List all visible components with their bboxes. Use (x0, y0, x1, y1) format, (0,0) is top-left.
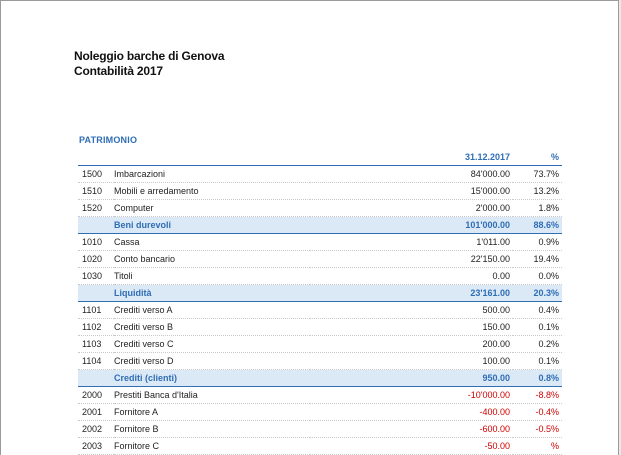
row-amount: 2'000.00 (310, 199, 513, 217)
row-description: Fornitore B (114, 420, 310, 438)
row-account: 1101 (78, 301, 114, 319)
row-percent: 0.1% (513, 318, 562, 336)
row-description: Prestiti Banca d'Italia (114, 386, 310, 404)
row-amount: 1'011.00 (310, 233, 513, 251)
row-description: Crediti verso D (114, 352, 310, 370)
table-row: 1010 Cassa 1'011.00 0.9% (78, 233, 562, 251)
row-description: Cassa (114, 233, 310, 251)
row-account: 2000 (78, 386, 114, 404)
company-name: Noleggio barche di Genova (74, 49, 225, 63)
row-description: Titoli (114, 267, 310, 285)
row-amount: 101'000.00 (310, 216, 513, 234)
row-amount: 0.00 (310, 267, 513, 285)
row-account-cell (78, 216, 114, 234)
row-description: Imbarcazioni (114, 165, 310, 183)
table-row: 2003 Fornitore C -50.00% (78, 437, 562, 455)
row-account: 1103 (78, 335, 114, 353)
row-percent: 0.2% (513, 335, 562, 353)
row-amount: -10'000.00 (310, 386, 513, 404)
table-body: 1500 Imbarcazioni 84'000.00 73.7% 1510 Mobili… (78, 165, 562, 455)
row-amount: -600.00 (310, 420, 513, 438)
row-description: Beni durevoli (114, 216, 310, 234)
row-account: 2002 (78, 420, 114, 438)
row-amount: 23'161.00 (310, 284, 513, 302)
row-description: Crediti verso A (114, 301, 310, 319)
row-percent: -0.5% (513, 420, 562, 438)
balance-table: 31.12.2017 % 1500 Imbarcazioni 84'000.00 73… (78, 149, 562, 455)
header-date: 31.12.2017 (310, 149, 513, 166)
row-account: 2003 (78, 437, 114, 455)
row-amount: -50.00 (310, 437, 513, 455)
row-amount: 15'000.00 (310, 182, 513, 200)
row-percent: 0.1% (513, 352, 562, 370)
row-percent: 88.6% (513, 216, 562, 234)
row-description: Crediti (clienti) (114, 369, 310, 387)
row-percent: 0.9% (513, 233, 562, 251)
row-account: 1020 (78, 250, 114, 268)
row-percent: -8.8% (513, 386, 562, 404)
row-account: 1030 (78, 267, 114, 285)
row-amount: 500.00 (310, 301, 513, 319)
row-amount: 84'000.00 (310, 165, 513, 183)
row-description: Crediti verso C (114, 335, 310, 353)
table-row: 2001 Fornitore A -400.00 -0.4% (78, 403, 562, 421)
row-account-cell (78, 284, 114, 302)
row-description: Mobili e arredamento (114, 182, 310, 200)
table-header-row: 31.12.2017 % (78, 149, 562, 166)
table-row: 1102 Crediti verso B 150.00 0.1% (78, 318, 562, 336)
table-row: 1500 Imbarcazioni 84'000.00 73.7% (78, 165, 562, 183)
row-account: 2001 (78, 403, 114, 421)
row-account: 1500 (78, 165, 114, 183)
row-description: Liquidità (114, 284, 310, 302)
table-subtotal-row: Crediti (clienti) 950.00 0.8% (78, 369, 562, 387)
row-percent: 73.7% (513, 165, 562, 183)
header-description (114, 149, 310, 166)
table-row: 1510 Mobili e arredamento 15'000.00 13.2% (78, 182, 562, 200)
row-percent: 13.2% (513, 182, 562, 200)
row-description: Fornitore A (114, 403, 310, 421)
table-row: 1020 Conto bancario 22'150.00 19.4% (78, 250, 562, 268)
row-amount: 22'150.00 (310, 250, 513, 268)
table-row: 1520 Computer 2'000.00 1.8% (78, 199, 562, 217)
table-row: 1103 Crediti verso C 200.00 0.2% (78, 335, 562, 353)
table-row: 1101 Crediti verso A 500.00 0.4% (78, 301, 562, 319)
row-account: 1102 (78, 318, 114, 336)
row-percent: % (513, 437, 562, 455)
row-percent: -0.4% (513, 403, 562, 421)
table-row: 2000 Prestiti Banca d'Italia -10'000.00 -8.… (78, 386, 562, 404)
report-page: Noleggio barche di Genova Contabilità 20… (0, 0, 619, 455)
report-subtitle: Contabilità 2017 (74, 64, 163, 78)
row-amount: -400.00 (310, 403, 513, 421)
row-amount: 200.00 (310, 335, 513, 353)
table-subtotal-row: Beni durevoli 101'000.00 88.6% (78, 216, 562, 234)
row-percent: 19.4% (513, 250, 562, 268)
section-title: PATRIMONIO (79, 135, 138, 145)
row-account-cell (78, 369, 114, 387)
row-description: Crediti verso B (114, 318, 310, 336)
row-account: 1510 (78, 182, 114, 200)
row-description: Computer (114, 199, 310, 217)
header-account (78, 149, 114, 166)
row-account: 1010 (78, 233, 114, 251)
row-percent: 0.4% (513, 301, 562, 319)
table-row: 1104 Crediti verso D 100.00 0.1% (78, 352, 562, 370)
row-percent: 20.3% (513, 284, 562, 302)
table-row: 1030 Titoli 0.00 0.0% (78, 267, 562, 285)
row-percent: 0.8% (513, 369, 562, 387)
report-header: Noleggio barche di Genova Contabilità 20… (74, 49, 225, 79)
row-percent: 0.0% (513, 267, 562, 285)
row-amount: 150.00 (310, 318, 513, 336)
row-percent: 1.8% (513, 199, 562, 217)
header-percent: % (513, 149, 562, 166)
row-amount: 100.00 (310, 352, 513, 370)
row-amount: 950.00 (310, 369, 513, 387)
row-description: Fornitore C (114, 437, 310, 455)
row-description: Conto bancario (114, 250, 310, 268)
table-subtotal-row: Liquidità 23'161.00 20.3% (78, 284, 562, 302)
row-account: 1520 (78, 199, 114, 217)
table-row: 2002 Fornitore B -600.00 -0.5% (78, 420, 562, 438)
row-account: 1104 (78, 352, 114, 370)
